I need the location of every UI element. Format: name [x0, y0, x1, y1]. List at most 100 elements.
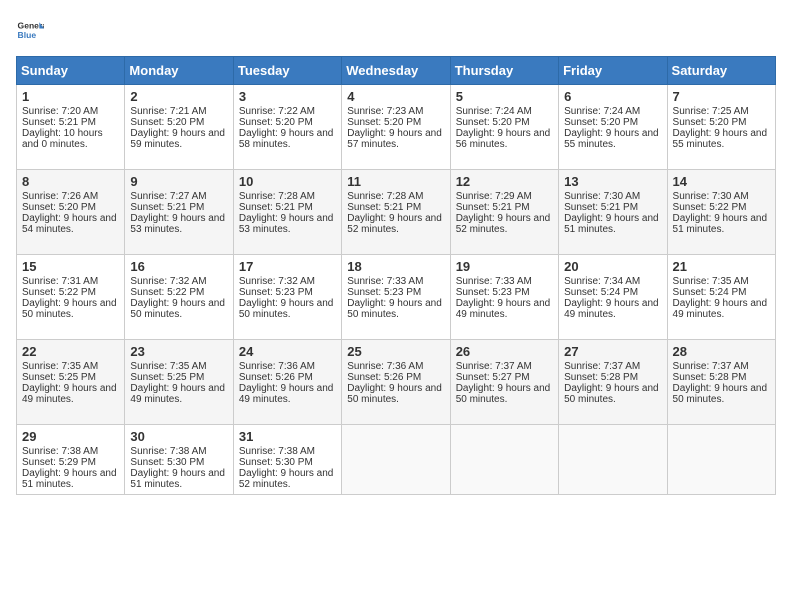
daylight-text: Daylight: 9 hours and 53 minutes.: [130, 213, 227, 235]
header-monday: Monday: [125, 57, 233, 85]
daylight-text: Daylight: 9 hours and 55 minutes.: [673, 128, 770, 150]
day-number: 6: [564, 89, 661, 104]
daylight-text: Daylight: 9 hours and 50 minutes.: [130, 298, 227, 320]
sunrise-text: Sunrise: 7:34 AM: [564, 276, 661, 287]
sunrise-text: Sunrise: 7:33 AM: [347, 276, 444, 287]
sunrise-text: Sunrise: 7:28 AM: [347, 191, 444, 202]
calendar-cell: 22Sunrise: 7:35 AMSunset: 5:25 PMDayligh…: [17, 340, 125, 425]
calendar-cell: 8Sunrise: 7:26 AMSunset: 5:20 PMDaylight…: [17, 170, 125, 255]
header-saturday: Saturday: [667, 57, 775, 85]
sunrise-text: Sunrise: 7:24 AM: [456, 106, 553, 117]
sunset-text: Sunset: 5:22 PM: [673, 202, 770, 213]
header-tuesday: Tuesday: [233, 57, 341, 85]
sunrise-text: Sunrise: 7:35 AM: [130, 361, 227, 372]
calendar-cell: 3 Sunrise: 7:22 AMSunset: 5:20 PMDaylight…: [233, 85, 341, 170]
calendar-cell: [559, 425, 667, 495]
calendar-week-row: 1Sunrise: 7:20 AMSunset: 5:21 PMDaylight…: [17, 85, 776, 170]
sunset-text: Sunset: 5:22 PM: [22, 287, 119, 298]
day-number: 2: [130, 89, 227, 104]
day-number: 31: [239, 429, 336, 444]
calendar-cell: 30Sunrise: 7:38 AMSunset: 5:30 PMDayligh…: [125, 425, 233, 495]
day-number: 3: [239, 89, 336, 104]
sunrise-text: Sunrise: 7:22 AM: [239, 106, 336, 117]
sunset-text: Sunset: 5:20 PM: [239, 117, 336, 128]
calendar-cell: 17Sunrise: 7:32 AMSunset: 5:23 PMDayligh…: [233, 255, 341, 340]
sunrise-text: Sunrise: 7:36 AM: [347, 361, 444, 372]
calendar-cell: 7Sunrise: 7:25 AMSunset: 5:20 PMDaylight…: [667, 85, 775, 170]
day-number: 26: [456, 344, 553, 359]
day-number: 23: [130, 344, 227, 359]
daylight-text: Daylight: 9 hours and 59 minutes.: [130, 128, 227, 150]
day-number: 16: [130, 259, 227, 274]
daylight-text: Daylight: 9 hours and 49 minutes.: [130, 383, 227, 405]
day-number: 21: [673, 259, 770, 274]
daylight-text: Daylight: 9 hours and 50 minutes.: [347, 383, 444, 405]
sunset-text: Sunset: 5:30 PM: [130, 457, 227, 468]
sunrise-text: Sunrise: 7:35 AM: [22, 361, 119, 372]
header-friday: Friday: [559, 57, 667, 85]
calendar-cell: 14 Sunrise: 7:30 AMSunset: 5:22 PMDayligh…: [667, 170, 775, 255]
calendar-cell: 12Sunrise: 7:29 AMSunset: 5:21 PMDayligh…: [450, 170, 558, 255]
sunrise-text: Sunrise: 7:35 AM: [673, 276, 770, 287]
sunrise-text: Sunrise: 7:30 AM: [673, 191, 770, 202]
calendar-cell: 15Sunrise: 7:31 AMSunset: 5:22 PMDayligh…: [17, 255, 125, 340]
daylight-text: Daylight: 9 hours and 50 minutes.: [564, 383, 661, 405]
daylight-text: Daylight: 9 hours and 54 minutes.: [22, 213, 119, 235]
sunset-text: Sunset: 5:21 PM: [456, 202, 553, 213]
calendar-cell: 5 Sunrise: 7:24 AMSunset: 5:20 PMDaylight…: [450, 85, 558, 170]
daylight-text: Daylight: 9 hours and 53 minutes.: [239, 213, 336, 235]
day-number: 29: [22, 429, 119, 444]
calendar-cell: 2Sunrise: 7:21 AMSunset: 5:20 PMDaylight…: [125, 85, 233, 170]
sunrise-text: Sunrise: 7:38 AM: [22, 446, 119, 457]
day-number: 9: [130, 174, 227, 189]
sunset-text: Sunset: 5:25 PM: [22, 372, 119, 383]
daylight-text: Daylight: 10 hours and 0 minutes.: [22, 128, 119, 150]
sunrise-text: Sunrise: 7:21 AM: [130, 106, 227, 117]
daylight-text: Daylight: 9 hours and 50 minutes.: [347, 298, 444, 320]
daylight-text: Daylight: 9 hours and 49 minutes.: [456, 298, 553, 320]
daylight-text: Daylight: 9 hours and 52 minutes.: [347, 213, 444, 235]
calendar-cell: [342, 425, 450, 495]
day-number: 12: [456, 174, 553, 189]
calendar-cell: 25Sunrise: 7:36 AMSunset: 5:26 PMDayligh…: [342, 340, 450, 425]
sunrise-text: Sunrise: 7:32 AM: [130, 276, 227, 287]
daylight-text: Daylight: 9 hours and 50 minutes.: [239, 298, 336, 320]
day-number: 14: [673, 174, 770, 189]
calendar-header-row: SundayMondayTuesdayWednesdayThursdayFrid…: [17, 57, 776, 85]
sunrise-text: Sunrise: 7:38 AM: [239, 446, 336, 457]
sunset-text: Sunset: 5:24 PM: [564, 287, 661, 298]
sunrise-text: Sunrise: 7:28 AM: [239, 191, 336, 202]
daylight-text: Daylight: 9 hours and 52 minutes.: [239, 468, 336, 490]
calendar-cell: 21Sunrise: 7:35 AMSunset: 5:24 PMDayligh…: [667, 255, 775, 340]
day-number: 22: [22, 344, 119, 359]
logo-icon: General Blue: [16, 16, 44, 44]
sunrise-text: Sunrise: 7:29 AM: [456, 191, 553, 202]
sunset-text: Sunset: 5:20 PM: [456, 117, 553, 128]
sunset-text: Sunset: 5:23 PM: [347, 287, 444, 298]
daylight-text: Daylight: 9 hours and 58 minutes.: [239, 128, 336, 150]
calendar-cell: 16 Sunrise: 7:32 AMSunset: 5:22 PMDayligh…: [125, 255, 233, 340]
sunset-text: Sunset: 5:30 PM: [239, 457, 336, 468]
sunset-text: Sunset: 5:20 PM: [347, 117, 444, 128]
sunset-text: Sunset: 5:23 PM: [456, 287, 553, 298]
day-number: 24: [239, 344, 336, 359]
sunrise-text: Sunrise: 7:33 AM: [456, 276, 553, 287]
page-header: General Blue: [16, 16, 776, 44]
day-number: 5: [456, 89, 553, 104]
calendar-cell: 6Sunrise: 7:24 AMSunset: 5:20 PMDaylight…: [559, 85, 667, 170]
sunset-text: Sunset: 5:21 PM: [239, 202, 336, 213]
calendar-cell: 10Sunrise: 7:28 AMSunset: 5:21 PMDayligh…: [233, 170, 341, 255]
sunset-text: Sunset: 5:22 PM: [130, 287, 227, 298]
daylight-text: Daylight: 9 hours and 56 minutes.: [456, 128, 553, 150]
daylight-text: Daylight: 9 hours and 51 minutes.: [673, 213, 770, 235]
day-number: 8: [22, 174, 119, 189]
daylight-text: Daylight: 9 hours and 49 minutes.: [673, 298, 770, 320]
sunset-text: Sunset: 5:26 PM: [347, 372, 444, 383]
daylight-text: Daylight: 9 hours and 57 minutes.: [347, 128, 444, 150]
sunset-text: Sunset: 5:21 PM: [130, 202, 227, 213]
calendar-cell: 24Sunrise: 7:36 AMSunset: 5:26 PMDayligh…: [233, 340, 341, 425]
day-number: 30: [130, 429, 227, 444]
sunset-text: Sunset: 5:29 PM: [22, 457, 119, 468]
sunset-text: Sunset: 5:20 PM: [673, 117, 770, 128]
header-thursday: Thursday: [450, 57, 558, 85]
